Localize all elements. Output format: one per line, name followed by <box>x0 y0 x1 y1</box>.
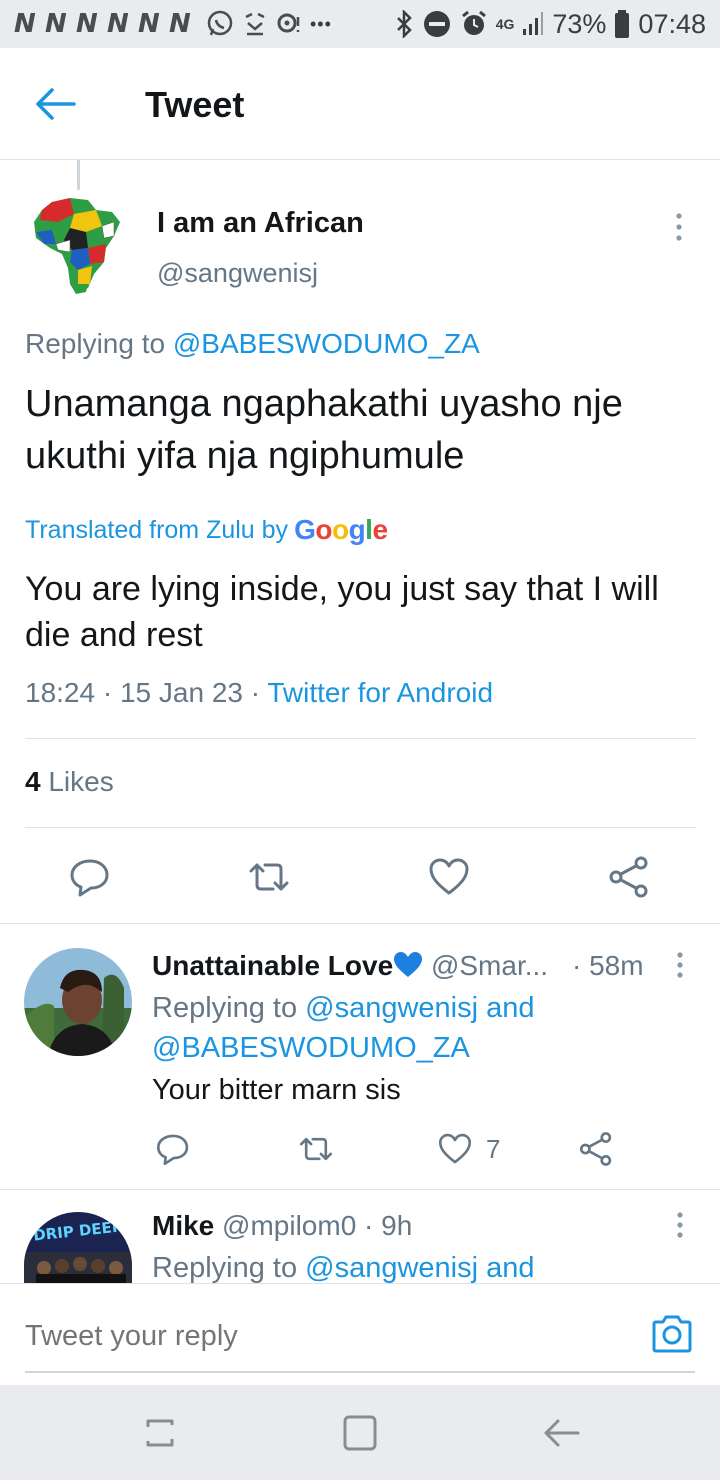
more-options-icon[interactable] <box>668 210 690 244</box>
do-not-disturb-icon <box>423 11 450 37</box>
reply-avatar[interactable] <box>24 948 132 1056</box>
mention-and: and <box>486 992 535 1024</box>
divider <box>25 827 696 828</box>
retweet-icon[interactable] <box>298 1131 334 1167</box>
back-arrow-icon[interactable] <box>34 86 78 122</box>
chat-bubble-icon <box>277 13 300 33</box>
signal-icon <box>523 12 544 35</box>
like-heart-icon[interactable] <box>437 1131 473 1167</box>
camera-icon[interactable] <box>650 1314 694 1354</box>
replying-prefix: Replying to <box>152 1252 298 1284</box>
system-navigation-bar <box>0 1385 720 1480</box>
blue-heart-emoji-icon <box>394 952 423 977</box>
notification-n-icon: N <box>76 9 98 39</box>
divider <box>0 1189 720 1190</box>
reply-header: Mike @mpilom0 · 9h <box>152 1210 412 1242</box>
nav-back-icon[interactable] <box>542 1413 582 1453</box>
share-icon[interactable] <box>607 855 651 899</box>
retweet-icon[interactable] <box>247 855 291 899</box>
tweet-text: Unamanga ngaphakathi uyasho nje ukuthi y… <box>25 383 623 477</box>
thread-connector <box>77 160 80 190</box>
alarm-icon <box>461 10 486 35</box>
separator: · <box>102 677 113 708</box>
reply-compose-bar <box>0 1283 720 1385</box>
author-handle[interactable]: @sangwenisj <box>157 258 318 289</box>
battery-percent: 73% <box>552 8 607 39</box>
divider <box>25 738 696 739</box>
like-heart-icon[interactable] <box>427 855 471 899</box>
bluetooth-icon <box>396 10 412 38</box>
reply-time: · 9h <box>364 1210 413 1241</box>
divider <box>0 923 720 924</box>
replying-prefix: Replying to <box>25 328 166 359</box>
top-app-bar: Tweet <box>0 48 720 160</box>
home-icon[interactable] <box>340 1413 380 1453</box>
more-options-icon[interactable] <box>670 1210 690 1240</box>
more-options-icon[interactable] <box>670 950 690 980</box>
reply-author-name[interactable]: Unattainable Love <box>152 950 393 981</box>
reply-author-handle[interactable]: @Smar... <box>431 950 548 981</box>
status-bar: N N N N N N ••• 4G 73% 07:48 <box>0 0 720 48</box>
notification-n-icon: N <box>107 9 129 39</box>
page-title: Tweet <box>145 84 245 125</box>
mention-link[interactable]: @BABESWODUMO_ZA <box>152 1032 470 1064</box>
translated-label: Translated from Zulu by <box>25 515 289 544</box>
mention-and: and <box>486 1252 535 1284</box>
battery-icon <box>615 10 630 38</box>
reply-like-count: 7 <box>486 1134 501 1164</box>
google-logo: Google <box>294 514 388 545</box>
reply-author-handle[interactable]: @mpilom0 <box>222 1210 356 1241</box>
reply-input[interactable] <box>25 1314 625 1358</box>
reply-replying-to: Replying to @sangwenisj and <box>152 1248 672 1288</box>
replying-to-line: Replying to @BABESWODUMO_ZA <box>25 328 480 360</box>
more-notifications-icon: ••• <box>310 13 332 34</box>
reply-icon[interactable] <box>68 855 112 899</box>
likes-label: Likes <box>48 766 114 797</box>
separator: · <box>250 677 261 708</box>
likes-summary[interactable]: 4 Likes <box>25 766 114 798</box>
missed-alarm-icon <box>245 12 265 36</box>
tweet-time: 18:24 <box>25 677 96 708</box>
reply-icon[interactable] <box>155 1131 191 1167</box>
translation-attribution: Translated from Zulu by Google <box>25 514 388 546</box>
mention-link[interactable]: @sangwenisj <box>305 992 478 1024</box>
whatsapp-icon <box>207 10 233 36</box>
notification-n-icon: N <box>14 9 36 39</box>
network-type-label: 4G <box>495 16 515 32</box>
author-name[interactable]: I am an African <box>157 207 364 240</box>
clock: 07:48 <box>638 8 706 39</box>
author-avatar[interactable] <box>30 188 126 298</box>
notification-n-icon: N <box>169 9 191 39</box>
replying-prefix: Replying to <box>152 992 298 1024</box>
reply-text: Your bitter marn sis <box>152 1074 401 1106</box>
notification-n-icon: N <box>45 9 67 39</box>
translated-text: You are lying inside, you just say that … <box>25 570 659 654</box>
reply-avatar[interactable]: DRIP DEEP <box>24 1212 132 1283</box>
notification-n-icon: N <box>138 9 160 39</box>
system-status: 4G 73% 07:48 <box>394 9 706 40</box>
mention-link[interactable]: @sangwenisj <box>305 1252 478 1284</box>
reply-replying-to: Replying to @sangwenisj and @BABESWODUMO… <box>152 988 672 1068</box>
tweet-date: 15 Jan 23 <box>119 677 243 708</box>
recent-apps-icon[interactable] <box>140 1413 180 1453</box>
reply-author-name[interactable]: Mike <box>152 1210 214 1241</box>
input-underline <box>25 1371 695 1373</box>
tweet-client-link[interactable]: Twitter for Android <box>267 677 493 708</box>
tweet-metadata: 18:24 · 15 Jan 23 · Twitter for Android <box>25 677 493 709</box>
reply-header: Unattainable Love @Smar... <box>152 950 548 982</box>
likes-count: 4 <box>25 766 41 797</box>
share-icon[interactable] <box>578 1131 614 1167</box>
reply-time: · 58m <box>572 950 644 981</box>
mention-link[interactable]: @BABESWODUMO_ZA <box>173 328 480 359</box>
notification-icons: N N N N N N ••• <box>14 9 332 39</box>
